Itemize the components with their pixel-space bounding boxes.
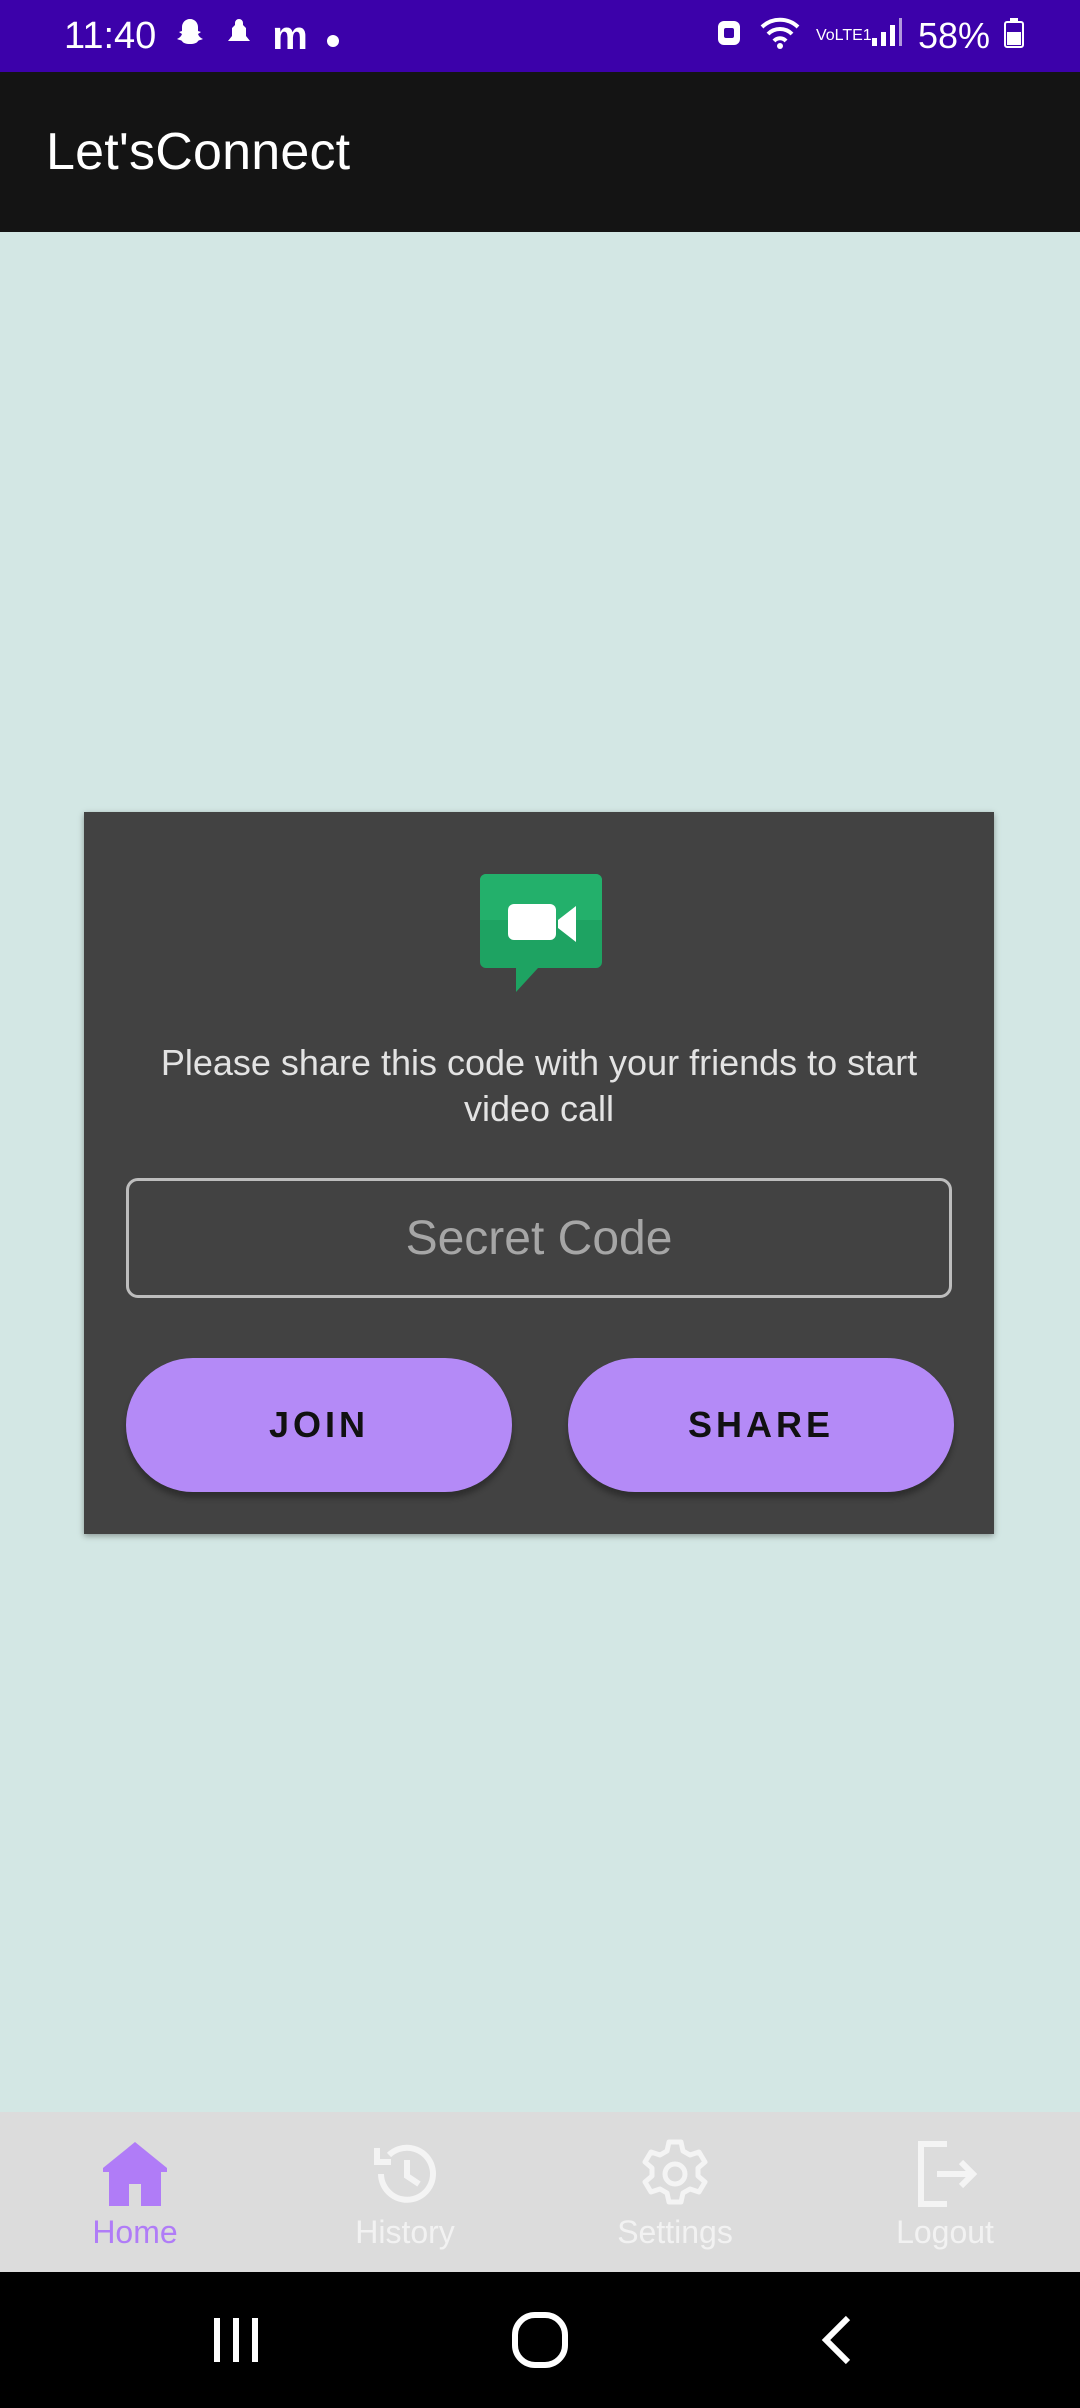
signal-icon — [870, 15, 904, 57]
wifi-icon — [758, 15, 802, 58]
nav-item-settings[interactable]: Settings — [540, 2112, 810, 2272]
home-icon — [97, 2136, 173, 2212]
gear-icon — [637, 2136, 713, 2212]
status-bar: 11:40 m VoLTE1 58% — [0, 0, 1080, 72]
video-call-icon — [480, 874, 602, 994]
nav-label-logout: Logout — [896, 2214, 994, 2250]
status-time: 11:40 — [64, 14, 157, 57]
volte-label: VoLTE1 — [815, 27, 872, 44]
dot-icon — [326, 15, 340, 58]
share-instructions: Please share this code with your friends… — [160, 1042, 918, 1129]
status-left: 11:40 m — [64, 0, 340, 72]
share-button[interactable]: SHARE — [568, 1358, 954, 1492]
snapchat-icon — [174, 15, 206, 58]
history-icon — [367, 2136, 443, 2212]
app-bar: Let'sConnect — [0, 72, 1080, 232]
nav-item-logout[interactable]: Logout — [810, 2112, 1080, 2272]
battery-icon — [1004, 15, 1024, 57]
nav-item-home[interactable]: Home — [0, 2112, 270, 2272]
nav-label-settings: Settings — [617, 2214, 733, 2250]
join-button[interactable]: JOIN — [126, 1358, 512, 1492]
app-title: Let'sConnect — [46, 123, 351, 181]
nav-item-history[interactable]: History — [270, 2112, 540, 2272]
back-icon[interactable] — [818, 2312, 858, 2373]
nav-label-history: History — [355, 2214, 455, 2250]
alarm-icon — [714, 15, 744, 58]
share-code-card: Please share this code with your friends… — [84, 812, 994, 1534]
secret-code-input[interactable] — [126, 1178, 952, 1298]
notification-icon — [224, 15, 254, 58]
battery-percent: 58% — [917, 15, 990, 56]
nav-label-home: Home — [92, 2214, 178, 2250]
m-app-icon: m — [272, 13, 308, 58]
bottom-nav: Home History Settings Logout — [0, 2112, 1080, 2272]
logout-icon — [907, 2136, 983, 2212]
status-right: VoLTE1 58% — [714, 0, 1024, 72]
system-nav-bar — [0, 2272, 1080, 2408]
recent-apps-icon[interactable] — [210, 2312, 262, 2373]
home-button-icon[interactable] — [510, 2310, 570, 2375]
